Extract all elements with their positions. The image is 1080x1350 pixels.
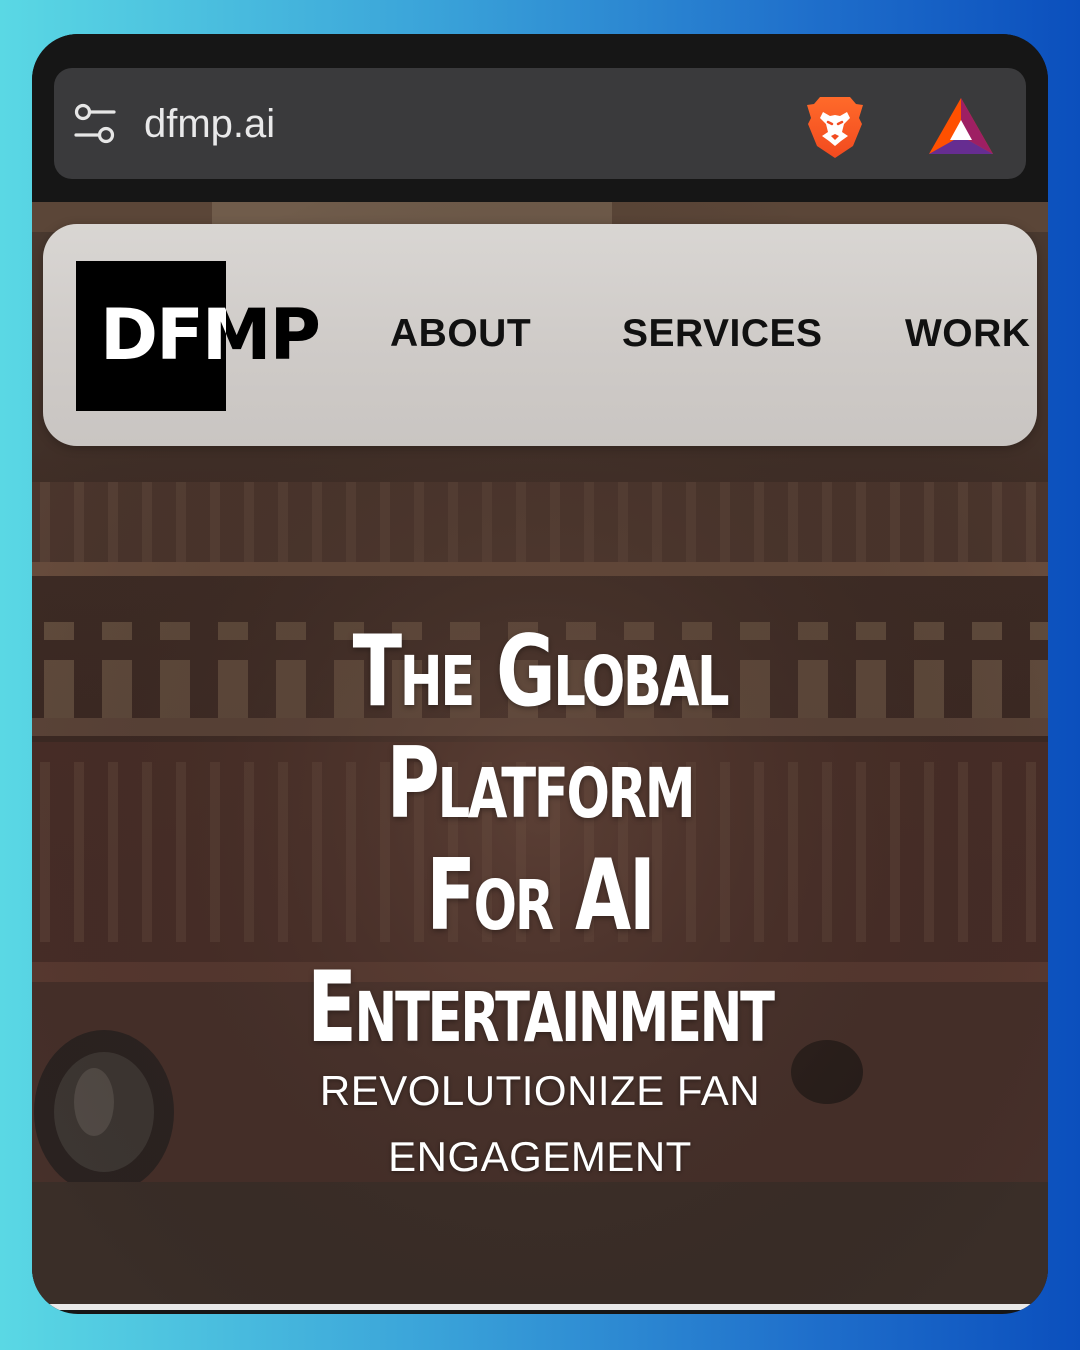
url-text[interactable]: dfmp.ai <box>144 102 275 146</box>
address-bar[interactable]: dfmp.ai <box>54 68 1026 179</box>
hero-headline: The Global Platform For AI Entertainment <box>164 616 916 1064</box>
web-page: DFMP ABOUT SERVICES WORK The Global Plat… <box>32 202 1048 1310</box>
site-navbar: DFMP ABOUT SERVICES WORK <box>43 224 1037 446</box>
headline-line: Platform <box>386 727 696 841</box>
nav-link-about[interactable]: ABOUT <box>390 312 531 356</box>
headline-line: For AI <box>426 839 656 953</box>
hero-subtitle: REVOLUTIONIZE FAN ENGAGEMENT <box>319 1067 761 1180</box>
headline-line: The Global <box>352 615 730 729</box>
nav-link-services[interactable]: SERVICES <box>622 312 823 356</box>
tune-icon[interactable] <box>72 101 118 147</box>
nav-link-work[interactable]: WORK <box>905 312 1030 356</box>
headline-line: Entertainment <box>307 951 775 1065</box>
logo-text: DFMP <box>100 294 321 376</box>
phone-frame: dfmp.ai DFMP ABOUT SERVICES WORK The Glo… <box>32 34 1048 1314</box>
browser-toolbar: dfmp.ai <box>32 34 1048 202</box>
bat-rewards-icon[interactable] <box>928 96 994 156</box>
dfmp-logo[interactable]: DFMP <box>76 261 321 411</box>
brave-lion-icon[interactable] <box>804 94 866 160</box>
